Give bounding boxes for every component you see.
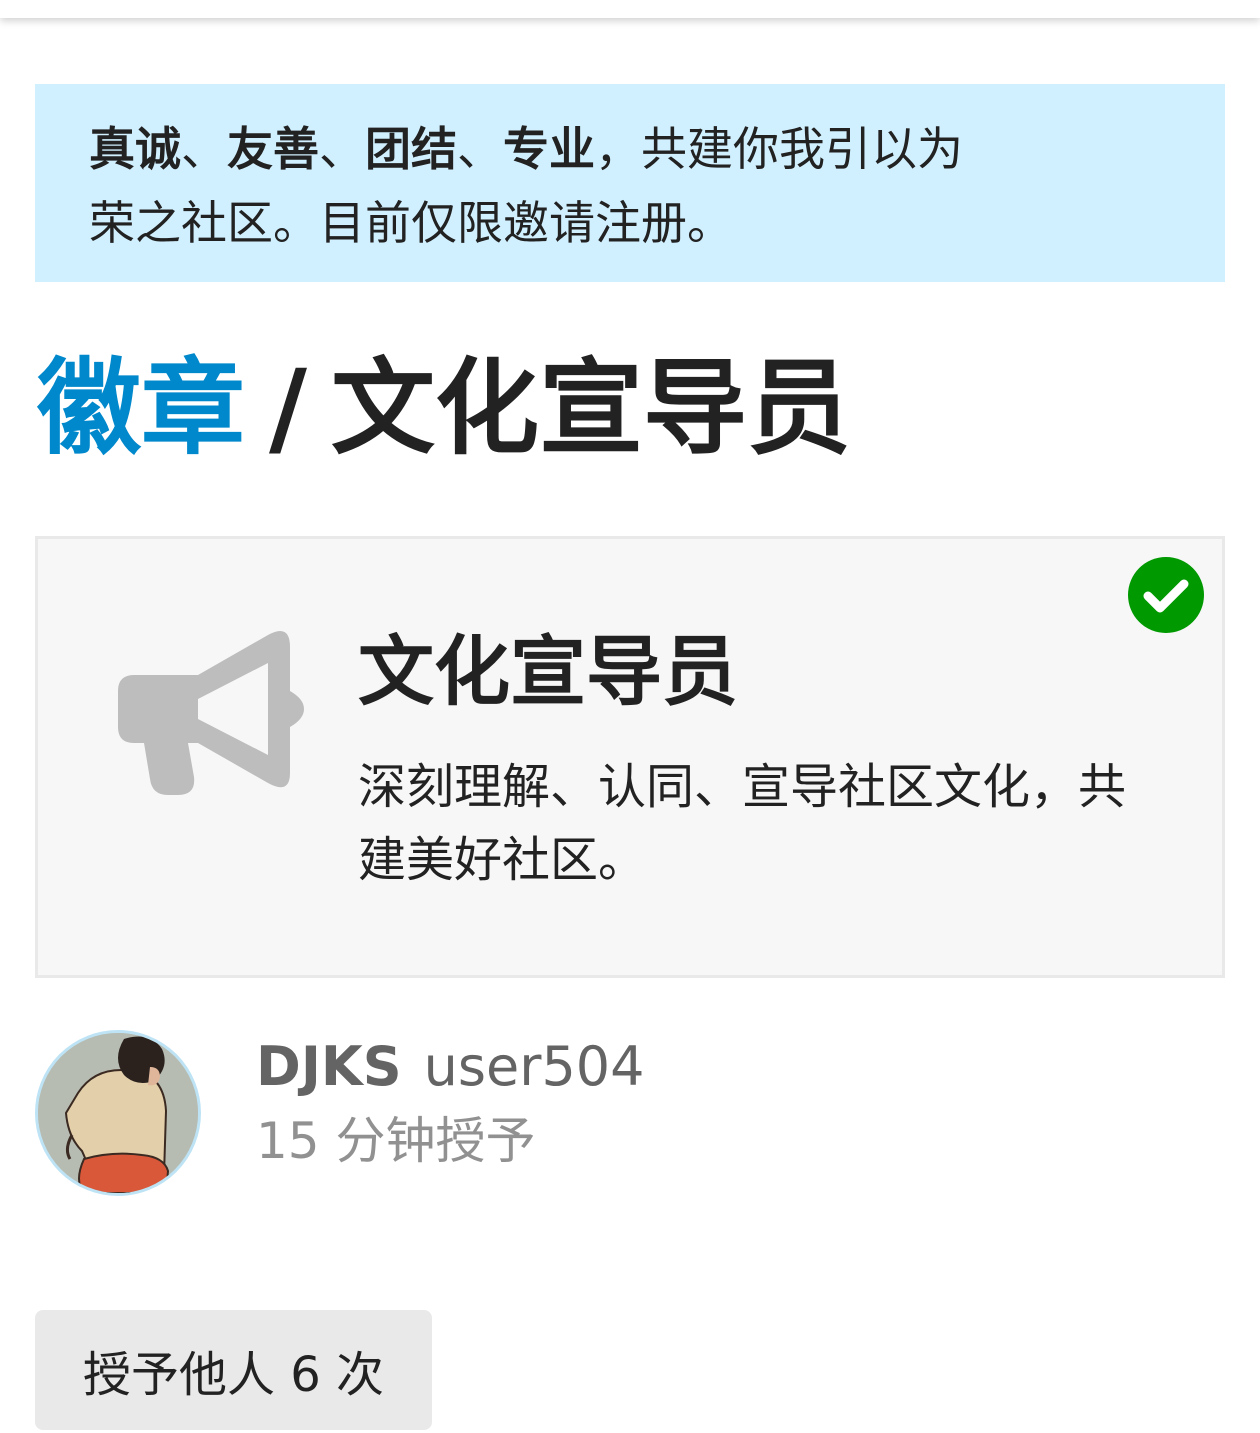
badge-card: 文化宣导员 深刻理解、认同、宣导社区文化，共建美好社区。 xyxy=(35,536,1225,978)
user-display-name[interactable]: DJKS xyxy=(256,1035,402,1098)
breadcrumb-separator: / xyxy=(269,347,307,469)
badges-link[interactable]: 徽章 xyxy=(37,347,245,469)
header-bar xyxy=(0,0,1260,18)
page-title: 文化宣导员 xyxy=(331,347,852,469)
breadcrumb: 徽章 / 文化宣导员 xyxy=(37,348,851,468)
banner-keyword: 友善 xyxy=(227,122,319,176)
avatar[interactable] xyxy=(35,1030,201,1196)
banner-separator: 、 xyxy=(319,122,365,176)
welcome-banner: 真诚、友善、团结、专业，共建你我引以为 荣之社区。目前仅限邀请注册。 xyxy=(35,84,1225,282)
granted-user: DJKS user504 xyxy=(256,1034,645,1100)
banner-text: ，共建你我引以为 xyxy=(595,122,963,176)
bullhorn-icon xyxy=(118,629,304,795)
banner-separator: 、 xyxy=(181,122,227,176)
banner-text: 荣之社区。目前仅限邀请注册。 xyxy=(89,196,733,250)
badge-description: 深刻理解、认同、宣导社区文化，共建美好社区。 xyxy=(358,759,1127,888)
check-circle-icon xyxy=(1128,557,1204,633)
banner-keyword: 专业 xyxy=(503,122,595,176)
granted-time: 15 分钟授予 xyxy=(256,1112,536,1170)
banner-keyword: 团结 xyxy=(365,122,457,176)
banner-keyword: 真诚 xyxy=(89,122,181,176)
banner-separator: 、 xyxy=(457,122,503,176)
user-username[interactable]: user504 xyxy=(424,1035,645,1098)
grant-badge-button[interactable]: 授予他人 6 次 xyxy=(35,1310,432,1430)
badge-name: 文化宣导员 xyxy=(358,627,738,716)
